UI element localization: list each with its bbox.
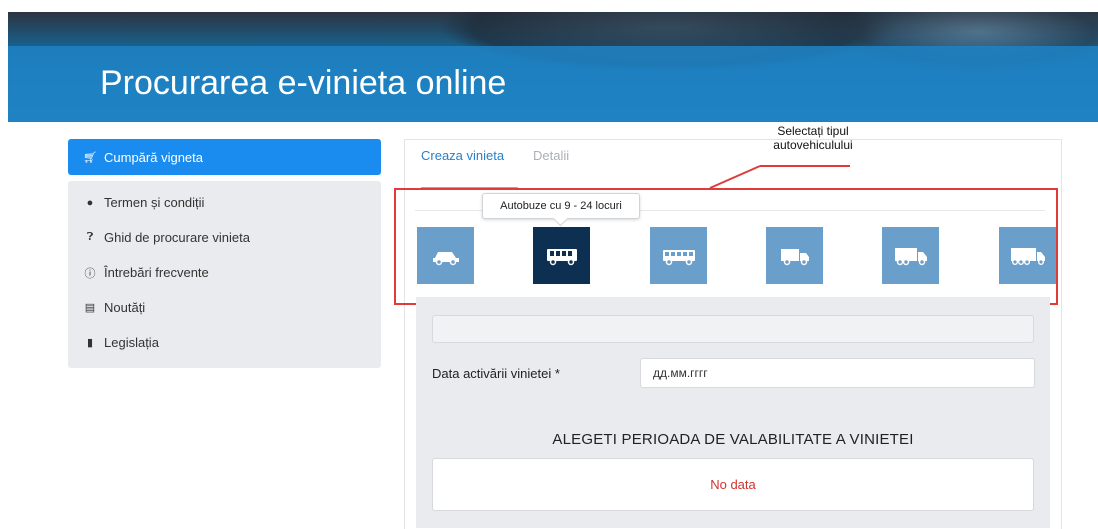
info-circle-icon: ⓘ xyxy=(84,267,96,280)
sidebar-item-terms[interactable]: ● Termen și condiții xyxy=(68,185,381,220)
sidebar-item-faq[interactable]: ⓘ Întrebări frecvente xyxy=(68,255,381,290)
vehicle-number-field[interactable] xyxy=(432,315,1034,343)
no-data-message: No data xyxy=(710,477,756,492)
validity-period-title: ALEGETI PERIOADA DE VALABILITATE A VINIE… xyxy=(552,431,914,448)
tab-details[interactable]: Detalii xyxy=(533,148,569,163)
annotation-line-1: Selectați tipul xyxy=(777,124,849,138)
validity-period-list: No data xyxy=(432,458,1034,511)
file-icon: ▮ xyxy=(86,337,94,349)
annotation-highlight-box xyxy=(394,188,1058,305)
vignette-form: Data activării vinietei * дд.мм.гггг ALE… xyxy=(416,297,1050,528)
tab-create-vignette[interactable]: Creaza vinieta xyxy=(421,148,504,163)
annotation-line-2: autovehiculului xyxy=(773,138,853,152)
sidebar-item-label: Noutăți xyxy=(104,300,146,315)
sidebar-item-label: Ghid de procurare vinieta xyxy=(104,230,250,245)
header-banner: Procurarea e-vinieta online xyxy=(8,12,1098,122)
cart-icon: 🛒︎ xyxy=(83,151,97,164)
annotation-label: Selectați tipul autovehiculului xyxy=(748,124,878,152)
sidebar-item-buy-vignette[interactable]: 🛒︎ Cumpără vigneta xyxy=(68,139,381,175)
sidebar-item-legislation[interactable]: ▮ Legislația xyxy=(68,325,381,360)
sidebar: 🛒︎ Cumpără vigneta ● Termen și condiții … xyxy=(68,139,381,368)
sidebar-item-guide[interactable]: ❓︎ Ghid de procurare vinieta xyxy=(68,220,381,255)
activation-date-input[interactable]: дд.мм.гггг xyxy=(640,358,1035,388)
sidebar-item-news[interactable]: ▤ Noutăți xyxy=(68,290,381,325)
sidebar-item-label: Întrebări frecvente xyxy=(104,265,209,280)
sidebar-item-label: Termen și condiții xyxy=(104,195,205,210)
sidebar-menu: ● Termen și condiții ❓︎ Ghid de procurar… xyxy=(68,181,381,368)
comments-icon: ● xyxy=(86,196,94,209)
activation-date-label: Data activării vinietei * xyxy=(432,366,560,381)
sidebar-item-label: Cumpără vigneta xyxy=(104,149,203,165)
newspaper-icon: ▤ xyxy=(84,302,96,314)
page-title: Procurarea e-vinieta online xyxy=(100,64,507,102)
question-circle-icon: ❓︎ xyxy=(86,231,94,243)
sidebar-item-label: Legislația xyxy=(104,335,159,350)
annotation-pointer-line xyxy=(709,165,850,189)
